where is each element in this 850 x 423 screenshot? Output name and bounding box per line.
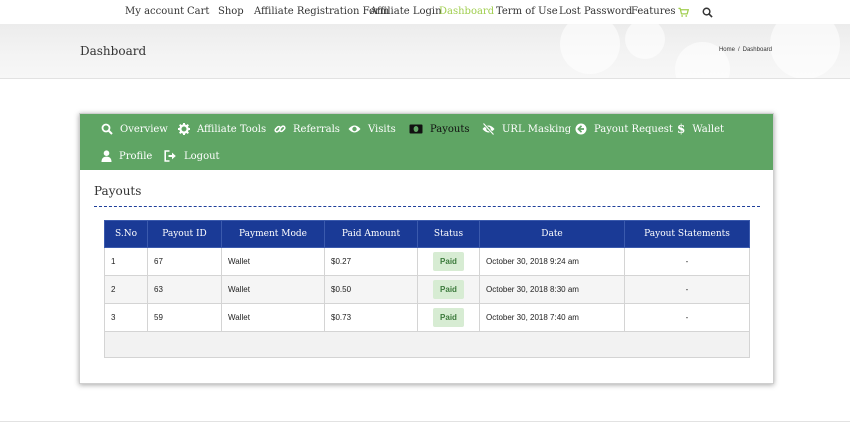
eye-slash-icon xyxy=(482,123,495,135)
nav-shop[interactable]: Shop xyxy=(218,6,244,17)
table-row: 3 59 Wallet $0.73 Paid October 30, 2018 … xyxy=(104,303,750,332)
tab-label: Affiliate Tools xyxy=(197,123,267,135)
tab-logout[interactable]: Logout xyxy=(164,148,220,164)
nav-dashboard[interactable]: Dashboard xyxy=(439,6,494,17)
tab-payout-request[interactable]: Payout Request xyxy=(575,121,673,137)
nav-affiliate-registration[interactable]: Affiliate Registration Form xyxy=(254,6,389,17)
breadcrumb-separator: / xyxy=(737,47,740,53)
eye-icon xyxy=(348,125,361,133)
breadcrumb-current: Dashboard xyxy=(742,47,772,53)
tab-overview[interactable]: Overview xyxy=(101,121,168,137)
cell-payout-id: 63 xyxy=(147,275,222,304)
table-row: 2 63 Wallet $0.50 Paid October 30, 2018 … xyxy=(104,275,750,304)
breadcrumb: Home / Dashboard xyxy=(719,47,772,53)
cell-payout-id: 59 xyxy=(147,303,222,332)
breadcrumb-home[interactable]: Home xyxy=(719,47,735,53)
cell-status: Paid xyxy=(417,275,480,304)
cell-date: October 30, 2018 9:24 am xyxy=(479,247,625,276)
table-footer-cell xyxy=(104,331,750,358)
tab-label: Referrals xyxy=(293,123,340,135)
search-icon xyxy=(101,123,113,135)
tab-label: Payouts xyxy=(430,123,470,135)
dollar-icon: $ xyxy=(677,122,686,136)
tab-label: Wallet xyxy=(692,123,725,135)
status-badge: Paid xyxy=(433,308,464,327)
section-title: Payouts xyxy=(94,184,142,198)
arrow-circle-left-icon xyxy=(575,123,587,135)
tab-label: Logout xyxy=(184,150,220,162)
cell-payment-mode: Wallet xyxy=(221,247,325,276)
cell-payment-mode: Wallet xyxy=(221,275,325,304)
cell-date: October 30, 2018 8:30 am xyxy=(479,275,625,304)
decorative-bubble xyxy=(770,24,840,78)
tab-label: Visits xyxy=(368,123,396,135)
tab-referrals[interactable]: Referrals xyxy=(274,121,340,137)
nav-my-account[interactable]: My account xyxy=(125,6,184,17)
nav-features[interactable]: Features xyxy=(631,6,676,17)
cell-payout-statement: - xyxy=(624,247,750,276)
tab-label: Overview xyxy=(120,123,168,135)
page-title: Dashboard xyxy=(80,44,147,58)
table-footer-row xyxy=(104,331,750,358)
cell-paid-amount: $0.73 xyxy=(324,303,418,332)
tab-label: URL Masking xyxy=(502,123,572,135)
table-row: 1 67 Wallet $0.27 Paid October 30, 2018 … xyxy=(104,247,750,276)
sign-out-icon xyxy=(164,150,176,162)
gear-icon xyxy=(178,123,190,135)
tab-url-masking[interactable]: URL Masking xyxy=(482,121,571,137)
cell-payout-statement: - xyxy=(624,303,750,332)
tab-visits[interactable]: Visits xyxy=(348,121,396,137)
tab-payouts[interactable]: Payouts xyxy=(409,121,470,137)
column-header-sno: S.No xyxy=(104,220,148,248)
tab-label: Payout Request xyxy=(594,123,673,135)
nav-cart[interactable]: Cart xyxy=(187,6,209,17)
cell-payment-mode: Wallet xyxy=(221,303,325,332)
cart-icon[interactable] xyxy=(678,5,690,17)
cell-sno: 1 xyxy=(104,247,148,276)
status-badge: Paid xyxy=(433,252,464,271)
dashboard-panel: Overview Affiliate Tools Referrals Visit… xyxy=(79,113,774,384)
cell-status: Paid xyxy=(417,303,480,332)
nav-affiliate-login[interactable]: Affiliate Login xyxy=(370,6,442,17)
user-icon xyxy=(101,150,112,162)
money-icon xyxy=(409,124,423,134)
cell-payout-statement: - xyxy=(624,275,750,304)
top-navigation: My account Cart Shop Affiliate Registrat… xyxy=(0,0,850,24)
column-header-paid-amount: Paid Amount xyxy=(324,220,418,248)
decorative-bubble xyxy=(560,24,620,74)
dashboard-tabs: Overview Affiliate Tools Referrals Visit… xyxy=(80,114,773,170)
cell-paid-amount: $0.50 xyxy=(324,275,418,304)
payouts-table: S.No Payout ID Payment Mode Paid Amount … xyxy=(104,220,750,358)
tab-affiliate-tools[interactable]: Affiliate Tools xyxy=(178,121,266,137)
tab-wallet[interactable]: $ Wallet xyxy=(677,121,724,137)
link-icon xyxy=(274,125,286,133)
nav-lost-password[interactable]: Lost Password xyxy=(559,6,632,17)
column-header-payment-mode: Payment Mode xyxy=(221,220,325,248)
footer-divider xyxy=(0,421,850,422)
table-header-row: S.No Payout ID Payment Mode Paid Amount … xyxy=(104,220,750,248)
search-icon[interactable] xyxy=(702,5,714,18)
column-header-payout-statements: Payout Statements xyxy=(624,220,750,248)
tab-label: Profile xyxy=(119,150,153,162)
cell-paid-amount: $0.27 xyxy=(324,247,418,276)
column-header-payout-id: Payout ID xyxy=(147,220,222,248)
cell-sno: 2 xyxy=(104,275,148,304)
tab-profile[interactable]: Profile xyxy=(101,148,152,164)
cell-payout-id: 67 xyxy=(147,247,222,276)
column-header-status: Status xyxy=(417,220,480,248)
nav-term-of-use[interactable]: Term of Use xyxy=(496,6,558,17)
decorative-bubble xyxy=(625,24,665,59)
column-header-date: Date xyxy=(479,220,625,248)
page-title-bar: Dashboard Home / Dashboard xyxy=(0,24,850,79)
cell-status: Paid xyxy=(417,247,480,276)
cell-date: October 30, 2018 7:40 am xyxy=(479,303,625,332)
cell-sno: 3 xyxy=(104,303,148,332)
status-badge: Paid xyxy=(433,280,464,299)
section-divider xyxy=(94,206,760,207)
